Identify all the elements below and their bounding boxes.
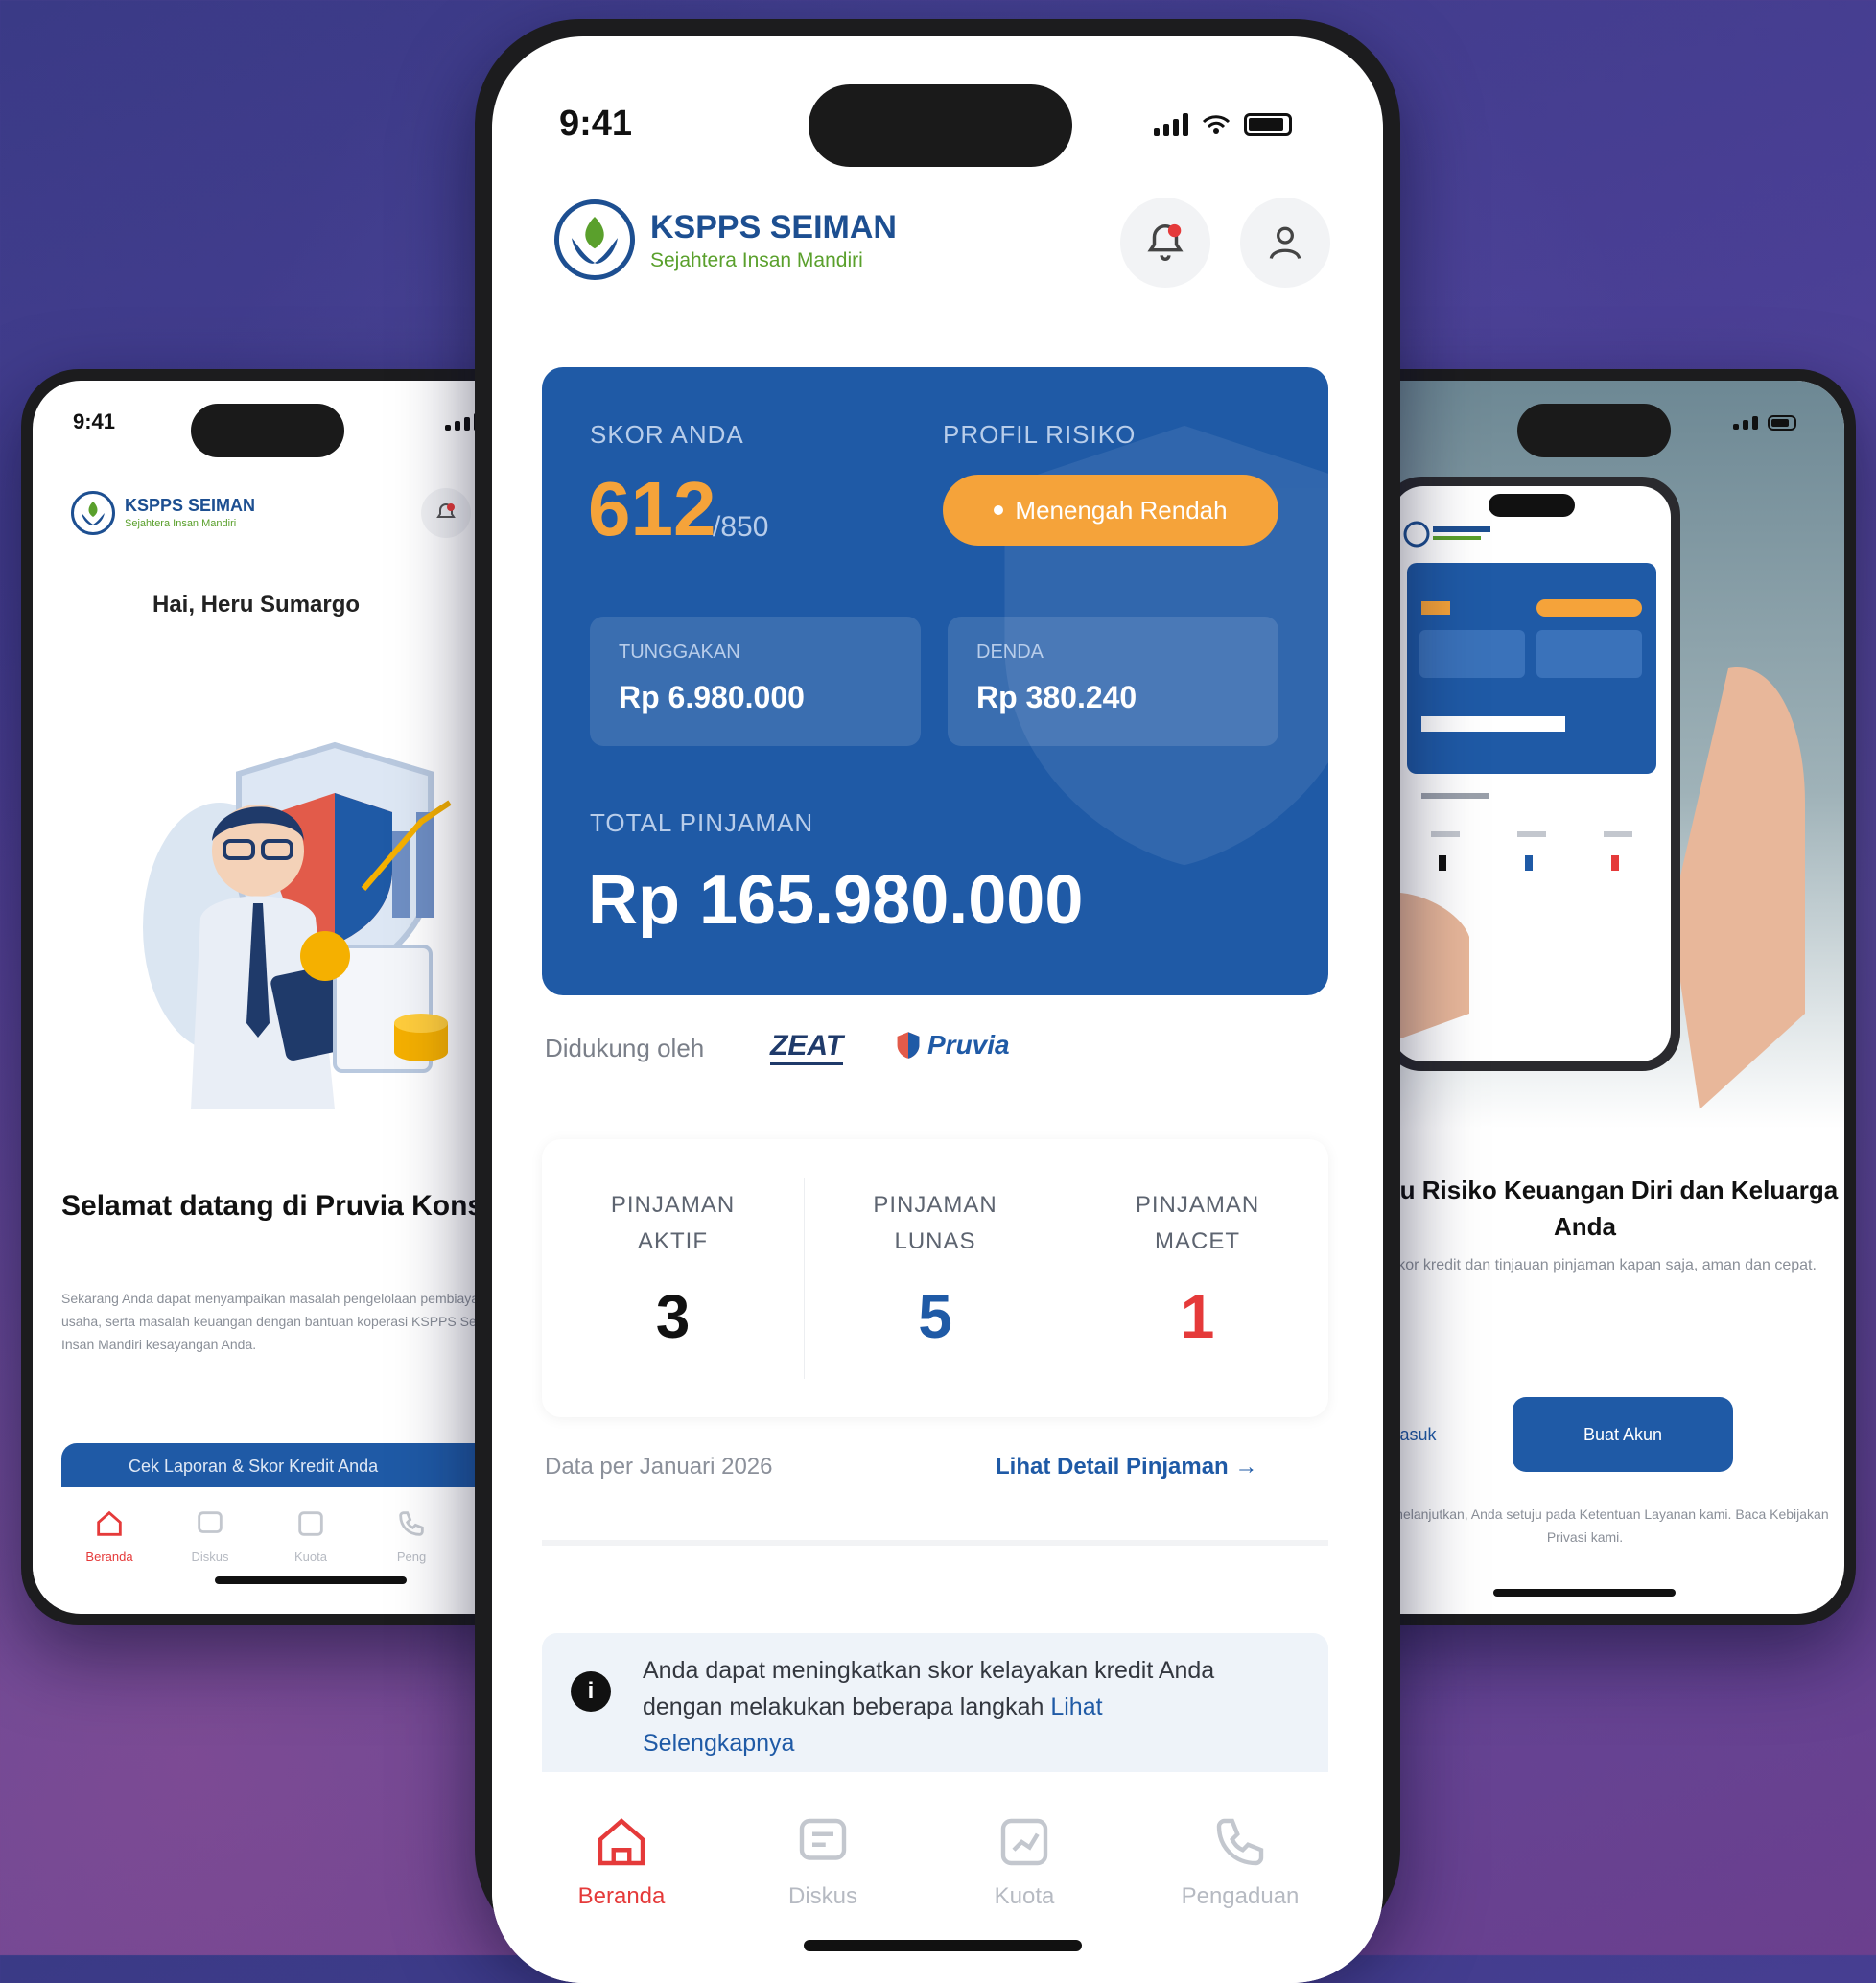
tip-banner: i Anda dapat meningkatkan skor kelayakan…: [542, 1633, 1328, 1791]
welcome-title: Selamat datang di Pruvia Konsul.: [61, 1190, 518, 1222]
home-indicator: [804, 1940, 1082, 1951]
supported-by-label: Didukung oleh: [545, 1034, 705, 1062]
loan-detail-link[interactable]: Lihat Detail Pinjaman →: [996, 1454, 1257, 1481]
loan-label-line1: PINJAMAN: [873, 1192, 997, 1218]
nav-home[interactable]: Beranda: [550, 1810, 693, 1910]
arrears-label: TUNGGAKAN: [619, 642, 740, 663]
total-loan-label: TOTAL PINJAMAN: [590, 808, 814, 837]
nav-diskus[interactable]: Diskus: [751, 1810, 895, 1910]
chat-icon: [198, 1511, 223, 1533]
nav-pengaduan[interactable]: Pengaduan: [1154, 1810, 1326, 1910]
bottom-nav: Beranda Diskus Kuota Pengaduan: [492, 1772, 1383, 1983]
data-date: Data per Januari 2026: [545, 1454, 773, 1480]
right-phone-screen: Pantau Risiko Keuangan Diri dan Keluarga…: [1325, 381, 1844, 1614]
score-label: SKOR ANDA: [590, 420, 744, 449]
paid-loans[interactable]: PINJAMAN LUNAS 5: [804, 1187, 1067, 1352]
battery-icon: [1244, 113, 1292, 136]
tip-text: Anda dapat meningkatkan skor kelayakan k…: [643, 1657, 1215, 1757]
penalty-box: DENDA Rp 380.240: [948, 617, 1278, 746]
risk-profile-label: PROFIL RISIKO: [943, 420, 1137, 449]
signal-icon: [1733, 416, 1758, 430]
battery-icon: [1768, 415, 1796, 431]
dot-icon: [994, 505, 1004, 515]
paid-loans-count: 5: [918, 1282, 952, 1351]
dynamic-island: [809, 84, 1072, 167]
onboarding-paragraph: Lihat skor kredit dan tinjauan pinjaman …: [1352, 1257, 1817, 1273]
active-loans-count: 3: [655, 1282, 691, 1351]
partner-logo-zeat: ZEAT: [770, 1030, 844, 1065]
greeting: Hai, Heru Sumargo: [152, 592, 361, 618]
brand-logo: [554, 199, 635, 280]
status-icons: [1154, 113, 1292, 136]
nav-pengaduan[interactable]: Peng: [373, 1507, 450, 1564]
terms-text: Dengan melanjutkan, Anda setuju pada Ket…: [1341, 1506, 1829, 1545]
score-value: 612: [588, 466, 716, 551]
brand-tagline: Sejahtera Insan Mandiri: [650, 249, 863, 271]
signal-icon: [1154, 113, 1188, 136]
notification-button[interactable]: [1120, 198, 1210, 288]
nav-kuota[interactable]: Kuota: [952, 1810, 1096, 1910]
partner-logo-pruvia: Pruvia: [895, 1030, 1010, 1061]
bad-loans[interactable]: PINJAMAN MACET 1: [1067, 1187, 1328, 1352]
left-bottom-nav: Beranda Diskus Kuota Peng: [33, 1498, 547, 1603]
penalty-value: Rp 380.240: [976, 680, 1137, 714]
loan-label-line2: LUNAS: [894, 1228, 976, 1254]
status-time: 9:41: [559, 104, 633, 144]
credit-score-card[interactable]: SKOR ANDA 612 /850 PROFIL RISIKO Menenga…: [542, 367, 1328, 995]
risk-profile-badge: Menengah Rendah: [943, 475, 1278, 546]
pruvia-shield-icon: [897, 1032, 920, 1059]
brand-logo: [71, 491, 115, 535]
loan-label-line1: PINJAMAN: [610, 1192, 736, 1218]
hand-holding-phone-image: [1325, 477, 1844, 1129]
home-icon: [97, 1510, 122, 1536]
phone-call-icon: [1216, 1818, 1264, 1866]
home-icon: [598, 1818, 645, 1866]
center-phone: 9:41 KSPPS SEIMAN Sejahtera Insan Mandir…: [475, 19, 1400, 1983]
welcome-paragraph: Sekarang Anda dapat menyampaikan masalah…: [61, 1291, 518, 1352]
profile-button[interactable]: [1240, 198, 1330, 288]
status-icons: [1733, 415, 1796, 431]
nav-diskus[interactable]: Diskus: [172, 1507, 248, 1564]
register-button[interactable]: Buat Akun: [1513, 1397, 1733, 1472]
total-loan-value: Rp 165.980.000: [588, 862, 1084, 939]
loan-summary-card: PINJAMAN AKTIF 3 PINJAMAN LUNAS 5 PINJAM…: [542, 1139, 1328, 1417]
home-indicator: [1493, 1589, 1676, 1597]
user-icon: [1269, 226, 1301, 260]
bell-icon: [436, 502, 456, 518]
penalty-label: DENDA: [976, 642, 1044, 663]
dynamic-island: [1517, 404, 1671, 457]
wifi-icon: [1202, 115, 1231, 134]
home-indicator: [215, 1576, 407, 1584]
score-max: /850: [713, 511, 769, 543]
arrears-value: Rp 6.980.000: [619, 680, 805, 714]
onboarding-title: Pantau Risiko Keuangan Diri dan Keluarga…: [1331, 1176, 1839, 1241]
quota-icon: [298, 1511, 323, 1536]
arrears-box: TUNGGAKAN Rp 6.980.000: [590, 617, 921, 746]
status-time: 9:41: [73, 409, 116, 433]
brand-name: KSPPS SEIMAN: [125, 496, 256, 515]
notification-button[interactable]: [421, 488, 471, 538]
bad-loans-count: 1: [1180, 1282, 1215, 1351]
nav-home[interactable]: Beranda: [71, 1507, 148, 1564]
section-divider: [542, 1540, 1328, 1546]
active-loans[interactable]: PINJAMAN AKTIF 3: [542, 1187, 804, 1352]
loan-label-line1: PINJAMAN: [1135, 1192, 1260, 1218]
brand-name: KSPPS SEIMAN: [650, 209, 897, 245]
dynamic-island: [191, 404, 344, 457]
phone-icon: [399, 1511, 424, 1536]
quota-icon: [1000, 1818, 1048, 1866]
center-phone-screen: 9:41 KSPPS SEIMAN Sejahtera Insan Mandir…: [492, 36, 1383, 1983]
loan-label-line2: MACET: [1155, 1228, 1240, 1254]
nav-kuota[interactable]: Kuota: [272, 1507, 349, 1564]
bell-icon: [1147, 223, 1184, 261]
loan-label-line2: AKTIF: [637, 1228, 708, 1254]
chat-icon: [799, 1818, 847, 1860]
left-phone-screen: 9:41 KSPPS SEIMAN Sejahtera Insan Mandir…: [33, 381, 547, 1614]
brand-tagline: Sejahtera Insan Mandiri: [125, 518, 237, 529]
info-icon: i: [571, 1671, 611, 1712]
